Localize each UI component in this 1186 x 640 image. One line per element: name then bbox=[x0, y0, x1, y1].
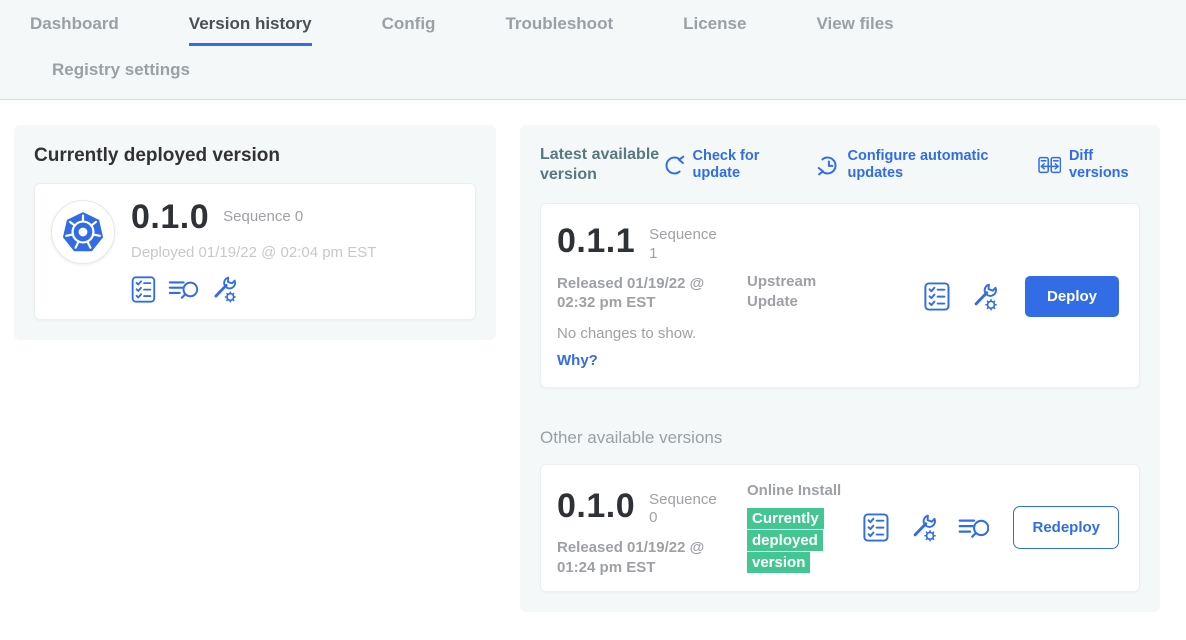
currently-deployed-title: Currently deployed version bbox=[34, 145, 476, 167]
no-changes-text: No changes to show. bbox=[557, 325, 747, 342]
preflight-checks-icon[interactable] bbox=[863, 513, 889, 542]
configure-automatic-updates-link[interactable]: Configure automatic updates bbox=[817, 148, 998, 183]
latest-source-type: Upstream Update bbox=[747, 224, 924, 369]
deployed-version-info: 0.1.0 Sequence 0 Deployed 01/19/22 @ 02:… bbox=[131, 200, 376, 303]
latest-version-header: Latest available version Check for updat… bbox=[540, 145, 1140, 185]
latest-version-card: 0.1.1 Sequence 1 Released 01/19/22 @ 02:… bbox=[540, 203, 1140, 388]
diff-versions-label: Diff versions bbox=[1069, 148, 1140, 183]
edit-config-icon[interactable] bbox=[970, 282, 999, 311]
latest-version-info: 0.1.1 Sequence 1 Released 01/19/22 @ 02:… bbox=[557, 224, 747, 369]
preflight-checks-icon[interactable] bbox=[131, 276, 156, 303]
tab-version-history[interactable]: Version history bbox=[189, 14, 312, 46]
latest-version-number: 0.1.1 bbox=[557, 224, 635, 258]
other-version-number: 0.1.0 bbox=[557, 489, 635, 523]
diff-columns-icon bbox=[1038, 154, 1061, 176]
other-version-info: 0.1.0 Sequence 0 Released 01/19/22 @ 01:… bbox=[557, 479, 747, 578]
other-sequence: Sequence 0 bbox=[649, 491, 721, 529]
edit-config-icon[interactable] bbox=[909, 513, 938, 542]
deployed-version-card: 0.1.0 Sequence 0 Deployed 01/19/22 @ 02:… bbox=[34, 183, 476, 320]
main-content: Currently deployed version 0.1.0 Sequenc… bbox=[0, 100, 1186, 612]
diff-versions-link[interactable]: Diff versions bbox=[1038, 148, 1141, 183]
auto-update-clock-icon bbox=[817, 154, 840, 177]
app-logo bbox=[51, 200, 115, 264]
available-versions-panel: Latest available version Check for updat… bbox=[520, 125, 1160, 612]
deploy-logs-icon[interactable] bbox=[958, 516, 989, 539]
latest-sequence: Sequence 1 bbox=[649, 226, 721, 264]
currently-deployed-badge: Currently deployed version bbox=[747, 508, 829, 573]
deployed-version-number: 0.1.0 bbox=[131, 200, 209, 234]
why-link[interactable]: Why? bbox=[557, 352, 747, 369]
tab-registry-settings[interactable]: Registry settings bbox=[52, 60, 1186, 89]
deployed-card-actions bbox=[131, 275, 376, 303]
other-source-type: Online Install Currently deployed versio… bbox=[747, 479, 863, 578]
check-for-update-label: Check for update bbox=[693, 148, 777, 183]
other-version-card: 0.1.0 Sequence 0 Released 01/19/22 @ 01:… bbox=[540, 464, 1140, 593]
other-card-actions: Redeploy bbox=[863, 506, 1119, 549]
deployed-timestamp: Deployed 01/19/22 @ 02:04 pm EST bbox=[131, 244, 376, 261]
redeploy-button[interactable]: Redeploy bbox=[1013, 506, 1119, 549]
currently-deployed-panel: Currently deployed version 0.1.0 Sequenc… bbox=[14, 125, 496, 340]
latest-card-actions: Deploy bbox=[924, 276, 1119, 317]
preflight-checks-icon[interactable] bbox=[924, 282, 950, 311]
other-released-timestamp: Released 01/19/22 @ 01:24 pm EST bbox=[557, 538, 717, 577]
edit-config-icon[interactable] bbox=[210, 275, 238, 303]
configure-automatic-updates-label: Configure automatic updates bbox=[848, 148, 998, 183]
deploy-logs-icon[interactable] bbox=[168, 278, 198, 300]
check-for-update-link[interactable]: Check for update bbox=[662, 148, 777, 183]
tab-dashboard[interactable]: Dashboard bbox=[30, 14, 119, 43]
nav-row-2: Registry settings bbox=[0, 60, 1186, 89]
top-nav: Dashboard Version history Config Trouble… bbox=[0, 0, 1186, 100]
other-versions-title: Other available versions bbox=[540, 428, 1140, 448]
tab-view-files[interactable]: View files bbox=[816, 14, 893, 43]
deployed-sequence: Sequence 0 bbox=[223, 208, 303, 227]
latest-released-timestamp: Released 01/19/22 @ 02:32 pm EST bbox=[557, 274, 717, 313]
tab-license[interactable]: License bbox=[683, 14, 746, 43]
tab-config[interactable]: Config bbox=[382, 14, 436, 43]
tab-troubleshoot[interactable]: Troubleshoot bbox=[505, 14, 613, 43]
refresh-arrow-icon bbox=[662, 154, 685, 177]
kubernetes-icon bbox=[61, 210, 105, 254]
deploy-button[interactable]: Deploy bbox=[1025, 276, 1119, 317]
latest-available-title: Latest available version bbox=[540, 145, 662, 185]
nav-row-1: Dashboard Version history Config Trouble… bbox=[0, 14, 1186, 46]
